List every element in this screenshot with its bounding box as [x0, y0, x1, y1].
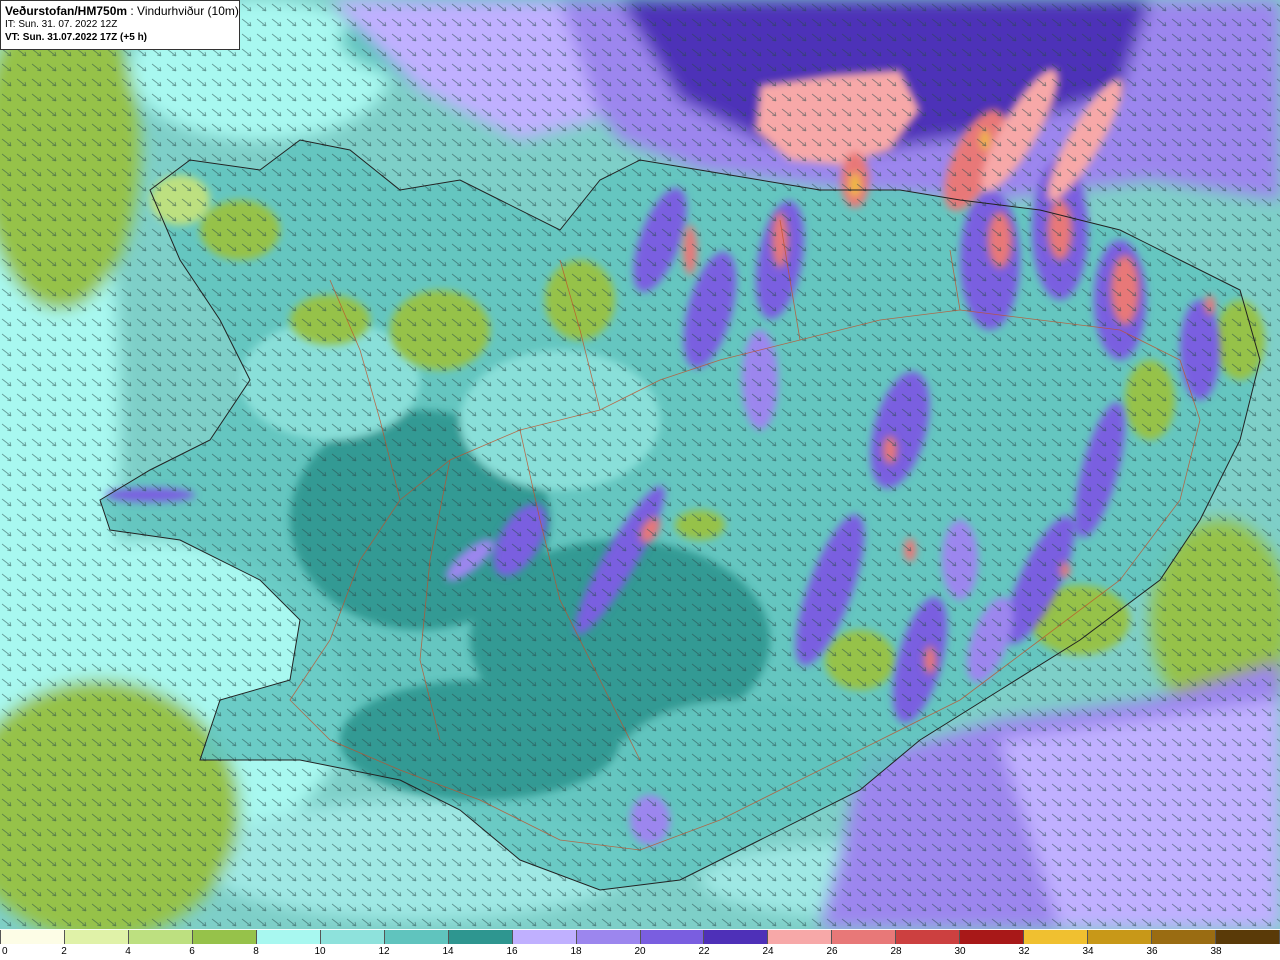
legend-swatch — [192, 930, 257, 944]
legend-label: 18 — [570, 946, 582, 957]
legend-swatch — [704, 930, 769, 944]
map-title-line: Veðurstofan/HM750m : Vindurhviður (10m) — [5, 4, 239, 18]
legend-swatch — [832, 930, 897, 944]
legend-label: 8 — [253, 946, 259, 957]
legend-swatch — [384, 930, 449, 944]
legend-swatch — [960, 930, 1025, 944]
legend-label: 34 — [1082, 946, 1094, 957]
legend-swatch — [576, 930, 641, 944]
valid-time: VT: Sun. 31.07.2022 17Z (+5 h) — [5, 32, 148, 43]
legend-label: 20 — [634, 946, 646, 957]
legend-label: 36 — [1146, 946, 1158, 957]
legend-swatch — [640, 930, 705, 944]
legend-label: 2 — [61, 946, 67, 957]
legend-swatch — [1152, 930, 1217, 944]
legend-label: 32 — [1018, 946, 1030, 957]
map-title: Veðurstofan/HM750m — [5, 4, 128, 18]
init-time: IT: Sun. 31. 07. 2022 12Z — [5, 19, 118, 30]
legend-label: 12 — [378, 946, 390, 957]
legend-label: 6 — [189, 946, 195, 957]
legend-swatch — [1024, 930, 1089, 944]
legend-labels: 0 2 4 6 8 10 12 14 16 18 20 22 24 26 28 30 32 34 36 38 — [0, 946, 1280, 959]
map-variable: : Vindurhviður (10m) — [130, 4, 239, 18]
legend-swatch — [128, 930, 193, 944]
color-legend: 0 2 4 6 8 10 12 14 16 18 20 22 24 26 28 30 32 34 36 38 — [0, 929, 1280, 960]
legend-label: 38 — [1210, 946, 1222, 957]
legend-swatch — [1088, 930, 1153, 944]
legend-swatch — [0, 930, 65, 944]
legend-label: 22 — [698, 946, 710, 957]
legend-label: 10 — [314, 946, 326, 957]
map-info-box: Veðurstofan/HM750m : Vindurhviður (10m) … — [0, 0, 240, 50]
legend-label: 0 — [2, 946, 8, 957]
legend-swatch — [1216, 930, 1280, 944]
legend-bar — [0, 930, 1280, 944]
legend-swatch — [320, 930, 385, 944]
wind-gust-map — [0, 0, 1280, 929]
legend-swatch — [896, 930, 961, 944]
legend-swatch — [448, 930, 513, 944]
legend-label: 30 — [954, 946, 966, 957]
legend-swatch — [64, 930, 129, 944]
legend-label: 14 — [442, 946, 454, 957]
legend-label: 26 — [826, 946, 838, 957]
wind-arrows — [0, 0, 1280, 929]
legend-label: 24 — [762, 946, 774, 957]
legend-label: 16 — [506, 946, 518, 957]
legend-label: 28 — [890, 946, 902, 957]
legend-swatch — [768, 930, 833, 944]
legend-swatch — [512, 930, 577, 944]
legend-label: 4 — [125, 946, 131, 957]
legend-swatch — [256, 930, 321, 944]
